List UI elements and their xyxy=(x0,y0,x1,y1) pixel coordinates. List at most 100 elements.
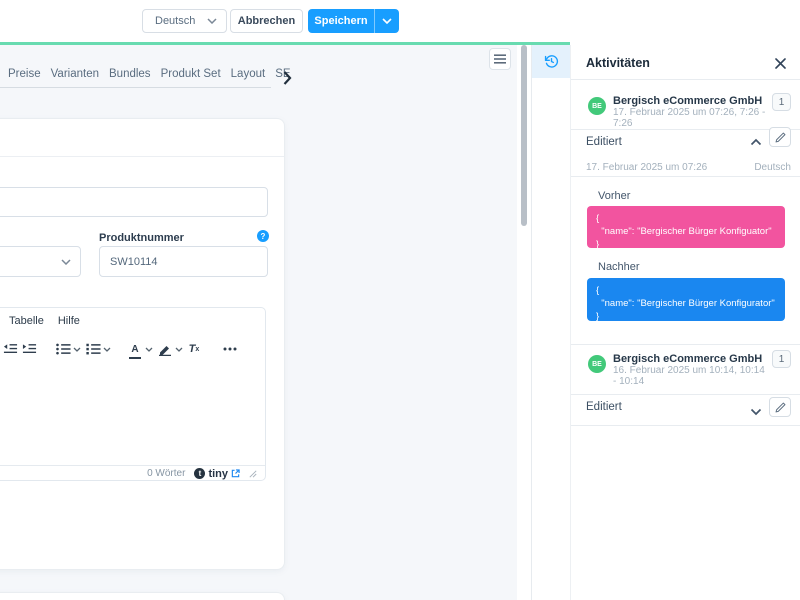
indent-button[interactable] xyxy=(22,341,37,357)
chevron-down-icon xyxy=(61,259,71,265)
tab-varianten[interactable]: Varianten xyxy=(51,68,99,80)
product-name-input[interactable] xyxy=(0,187,268,217)
help-icon[interactable]: ? xyxy=(257,230,269,242)
tab-bundles[interactable]: Bundles xyxy=(109,68,151,80)
chevron-down-icon xyxy=(175,347,183,352)
chevron-up-icon xyxy=(750,138,762,146)
resize-handle-icon[interactable] xyxy=(249,470,257,478)
external-link-icon xyxy=(231,469,240,478)
tabs-scroll-next-icon[interactable] xyxy=(283,71,295,85)
bullet-list-icon xyxy=(56,343,71,355)
tab-bar: Preise Varianten Bundles Produkt Set Lay… xyxy=(8,68,291,80)
font-color-button[interactable]: A xyxy=(129,341,141,359)
chevron-down-icon xyxy=(382,18,392,24)
app-window: Deutsch Abbrechen Speichern Preise Varia… xyxy=(0,0,800,600)
cancel-button-label: Abbrechen xyxy=(238,15,295,27)
cancel-button[interactable]: Abbrechen xyxy=(230,9,303,33)
activity-count-badge: 1 xyxy=(772,350,791,368)
pencil-icon xyxy=(775,402,786,413)
outdent-button[interactable] xyxy=(3,341,18,357)
tab-underline xyxy=(0,87,271,88)
after-label: Nachher xyxy=(598,261,640,273)
card-context-menu-button[interactable] xyxy=(489,48,511,70)
activity-language: Deutsch xyxy=(754,162,791,173)
numbered-list-caret[interactable] xyxy=(102,341,111,357)
editor-content-area[interactable] xyxy=(0,362,265,465)
highlight-color-button[interactable] xyxy=(158,341,172,357)
manufacturer-select[interactable] xyxy=(0,246,81,277)
activity-action-label: Editiert xyxy=(586,401,622,413)
tab-produkt-set[interactable]: Produkt Set xyxy=(161,68,221,80)
numbered-list-icon xyxy=(86,343,101,355)
clear-formatting-button[interactable]: Tx xyxy=(187,341,201,357)
activities-panel: Aktivitäten BE Bergisch eCommerce GmbH 1… xyxy=(531,45,800,600)
activity-count-badge: 1 xyxy=(772,93,791,111)
activity-date: 17. Februar 2025 um 07:26, 7:26 - 7:26 xyxy=(613,107,768,129)
activities-rail-tab[interactable] xyxy=(532,45,570,78)
highlighter-icon xyxy=(158,342,172,356)
edit-activity-button[interactable] xyxy=(769,127,791,147)
chevron-down-icon xyxy=(750,408,762,416)
activity-action-date: 17. Februar 2025 um 07:26 xyxy=(586,162,707,173)
tab-layout[interactable]: Layout xyxy=(231,68,266,80)
chevron-down-icon xyxy=(73,347,81,352)
product-number-input[interactable]: SW10114 xyxy=(99,246,268,277)
language-select[interactable]: Deutsch xyxy=(142,9,227,33)
card-header-divider xyxy=(0,156,284,157)
chevron-down-icon xyxy=(103,347,111,352)
divider xyxy=(571,129,800,130)
collapse-toggle[interactable] xyxy=(750,133,762,151)
panel-rail xyxy=(532,45,571,600)
divider xyxy=(571,394,800,395)
word-count: 0 Wörter xyxy=(147,468,185,479)
save-button[interactable]: Speichern xyxy=(308,9,399,33)
tiny-brand-label: tiny xyxy=(208,468,228,480)
ellipsis-icon xyxy=(223,347,237,351)
clear-format-t-glyph: T xyxy=(189,343,196,355)
highlight-color-caret[interactable] xyxy=(174,341,183,357)
tiny-brand-link[interactable]: t tiny xyxy=(194,468,240,480)
avatar: BE xyxy=(588,97,606,115)
font-color-caret[interactable] xyxy=(144,341,153,357)
before-code-block: { "name": "Bergischer Bürger Konfiguator… xyxy=(587,206,785,248)
bullet-list-button[interactable] xyxy=(56,341,71,357)
product-number-label: Produktnummer xyxy=(99,232,184,244)
close-icon[interactable] xyxy=(772,55,788,71)
activities-content: Aktivitäten BE Bergisch eCommerce GmbH 1… xyxy=(571,45,800,600)
clear-format-x-glyph: x xyxy=(195,346,199,353)
language-select-value: Deutsch xyxy=(155,15,195,27)
panel-title: Aktivitäten xyxy=(586,56,650,70)
chevron-down-icon xyxy=(207,18,217,24)
more-tools-button[interactable] xyxy=(222,341,237,357)
save-button-label[interactable]: Speichern xyxy=(308,9,374,33)
after-code-block: { "name": "Bergischer Bürger Konfigurato… xyxy=(587,278,785,321)
save-split-caret[interactable] xyxy=(374,9,399,33)
top-bar: Deutsch Abbrechen Speichern xyxy=(0,0,800,42)
next-section-card xyxy=(0,592,285,600)
activity-action-label: Editiert xyxy=(586,136,622,148)
avatar-initials: BE xyxy=(592,361,602,368)
product-number-value: SW10114 xyxy=(110,256,158,268)
activity-user-name: Bergisch eCommerce GmbH xyxy=(613,95,762,107)
menu-hilfe[interactable]: Hilfe xyxy=(58,315,80,327)
rich-text-editor: Tabelle Hilfe xyxy=(0,307,266,481)
pencil-icon xyxy=(775,132,786,143)
menu-tabelle[interactable]: Tabelle xyxy=(9,315,44,327)
editor-menubar: Tabelle Hilfe xyxy=(0,308,265,334)
expand-toggle[interactable] xyxy=(750,403,762,421)
outdent-icon xyxy=(3,343,18,355)
vertical-scrollbar[interactable] xyxy=(521,45,527,226)
divider xyxy=(571,176,800,177)
tab-preise[interactable]: Preise xyxy=(8,68,41,80)
numbered-list-button[interactable] xyxy=(86,341,101,357)
panel-header: Aktivitäten xyxy=(571,45,800,80)
editor-status-bar: 0 Wörter t tiny xyxy=(0,465,265,481)
bullet-list-caret[interactable] xyxy=(72,341,81,357)
indent-icon xyxy=(22,343,37,355)
help-glyph: ? xyxy=(261,232,266,241)
avatar-initials: BE xyxy=(592,103,602,110)
history-icon xyxy=(544,54,559,69)
activity-date: 16. Februar 2025 um 10:14, 10:14 - 10:14 xyxy=(613,365,765,387)
edit-activity-button[interactable] xyxy=(769,397,791,417)
tiny-logo-letter: t xyxy=(199,469,202,478)
